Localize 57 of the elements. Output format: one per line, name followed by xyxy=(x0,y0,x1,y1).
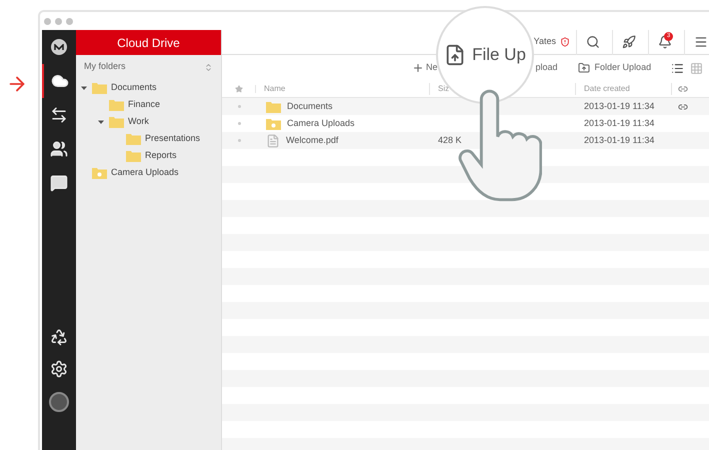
rocket-icon xyxy=(622,35,636,49)
pdf-file-icon xyxy=(266,134,280,148)
alert-icon xyxy=(560,37,570,47)
search-icon xyxy=(586,35,600,49)
star-header-icon xyxy=(234,85,242,93)
file-name: Documents xyxy=(287,100,333,113)
tree-label: Work xyxy=(128,114,149,128)
folder-icon xyxy=(109,98,124,110)
file-name: Welcome.pdf xyxy=(286,134,338,147)
magnified-label: File Up xyxy=(472,44,526,66)
link-header-icon xyxy=(678,84,688,94)
new-button[interactable]: Ne xyxy=(412,61,438,75)
tree-item[interactable]: Documents xyxy=(80,79,217,96)
list-view-icon[interactable] xyxy=(671,62,684,74)
upload-text: pload xyxy=(536,61,558,74)
tree-title: My folders xyxy=(84,60,126,74)
folder-icon xyxy=(92,82,107,94)
transfers-icon xyxy=(50,106,68,124)
folder-icon xyxy=(266,100,281,112)
menu-icon xyxy=(694,35,708,49)
camera-folder-icon xyxy=(266,118,281,130)
folder-icon xyxy=(126,132,141,144)
user-name[interactable]: Yates xyxy=(534,35,556,49)
tree-item[interactable]: Reports xyxy=(114,147,217,164)
file-date: 2013-01-19 11:34 xyxy=(583,100,656,113)
contacts-icon xyxy=(50,140,68,158)
settings-icon xyxy=(50,360,68,378)
folder-upload-icon xyxy=(578,62,590,74)
camera-folder-icon xyxy=(92,166,107,178)
tree-label: Finance xyxy=(128,98,160,111)
avatar-icon xyxy=(49,392,69,412)
file-date: 2013-01-19 11:34 xyxy=(583,134,656,147)
tree-label: Reports xyxy=(145,148,177,162)
folder-icon xyxy=(109,116,124,128)
section-title: Cloud Drive xyxy=(117,34,180,52)
file-date: 2013-01-19 11:34 xyxy=(583,116,656,130)
file-size: 428 K xyxy=(437,134,463,147)
folder-upload-button[interactable]: Folder Upload xyxy=(578,61,652,75)
tree-item[interactable]: Work xyxy=(97,113,217,130)
plus-icon xyxy=(412,62,424,74)
folder-icon xyxy=(126,150,141,162)
cloud-icon xyxy=(51,72,69,90)
recycle-icon xyxy=(50,328,68,346)
caret-icon[interactable] xyxy=(81,84,87,90)
caret-icon[interactable] xyxy=(98,118,104,124)
chat-icon xyxy=(50,174,68,192)
tree-item[interactable]: Finance xyxy=(97,96,217,113)
tree-item[interactable]: Camera Uploads xyxy=(80,164,217,181)
tree-label: Documents xyxy=(111,80,157,94)
file-name: Camera Uploads xyxy=(287,116,355,130)
tree-label: Camera Uploads xyxy=(111,166,179,179)
tree-item[interactable]: Presentations xyxy=(114,130,217,147)
logo-icon xyxy=(51,39,67,55)
file-upload-icon xyxy=(444,44,466,66)
file-row[interactable]: Documents 2013-01-19 11:34 xyxy=(222,98,709,115)
tree-label: Presentations xyxy=(145,132,200,145)
menu-button[interactable] xyxy=(684,30,709,54)
